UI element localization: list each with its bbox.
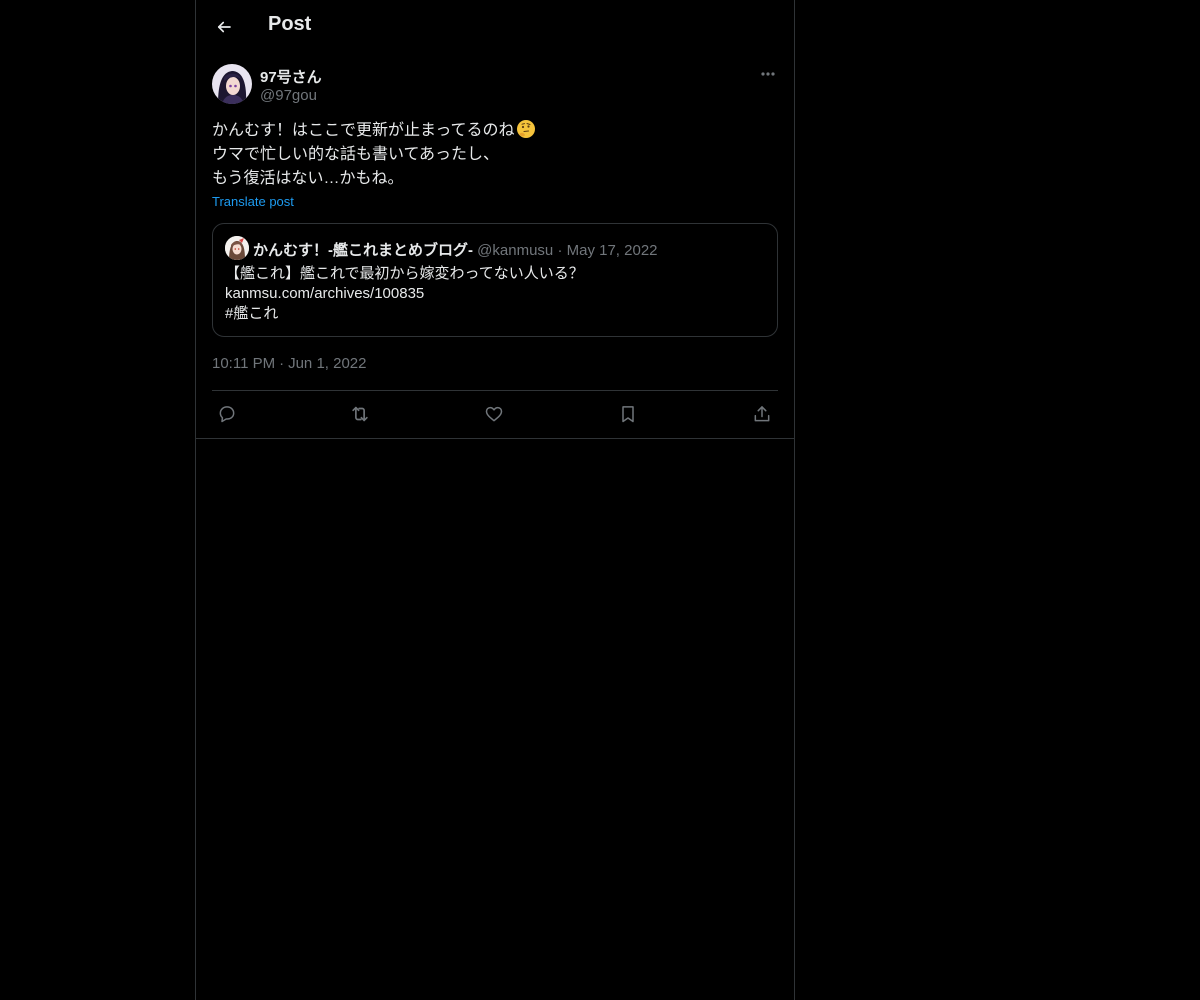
arrow-left-icon [215,18,233,36]
translate-post-link[interactable]: Translate post [212,194,294,209]
post-date[interactable]: Jun 1, 2022 [288,355,366,372]
timestamp-separator: · [279,355,285,372]
repost-button[interactable] [347,401,373,427]
quote-header: かんむす！-艦これまとめブログ- @kanmusu · May 17, 2022 [253,239,658,260]
quoted-post[interactable]: かんむす！-艦これまとめブログ- @kanmusu · May 17, 2022… [212,223,778,337]
author-name[interactable]: 97号さん [260,66,322,87]
quote-date: May 17, 2022 [566,242,658,259]
post-text-line: かんむす！はここで更新が止まってるのね [212,119,778,143]
bookmark-icon [618,404,638,424]
share-button[interactable] [749,401,775,427]
page-header: Post [196,0,794,53]
post-timestamp: 10:11 PM · Jun 1, 2022 [212,355,367,372]
quote-author-handle: @kanmusu [477,242,554,259]
thinking-face-icon [516,119,536,139]
post-column: Post 97号さん @97gou かんむす！はここで更新が止まってるのね ウマ… [195,0,795,1000]
like-button[interactable] [481,401,507,427]
back-button[interactable] [208,11,240,43]
share-icon [752,404,772,424]
quote-author-name: かんむす！-艦これまとめブログ- [253,242,473,259]
post-time[interactable]: 10:11 PM [212,355,275,372]
post-actions [212,401,778,427]
post-bottom-border [196,438,794,439]
divider [212,390,778,391]
quote-text-line: kanmsu.com/archives/100835 [225,285,425,302]
repost-icon [349,403,371,425]
author-handle[interactable]: @97gou [260,87,317,104]
author-avatar[interactable] [212,64,252,104]
post-text-line: ウマで忙しい的な話も書いてあったし、 [212,146,500,163]
more-options-button[interactable] [758,64,778,84]
post-author: 97号さん @97gou [212,64,778,108]
bookmark-button[interactable] [615,401,641,427]
more-horizontal-icon [760,66,776,82]
quote-text-line: 【艦これ】艦これで最初から嫁変わってない人いる？ [225,265,584,282]
quote-text-line: #艦これ [225,305,279,322]
quote-separator: · [557,242,563,259]
quote-avatar [225,236,249,260]
reply-button[interactable] [214,401,240,427]
post-text: かんむす！はここで更新が止まってるのね ウマで忙しい的な話も書いてあったし、 も… [212,119,778,191]
quote-text: 【艦これ】艦これで最初から嫁変わってない人いる？ kanmsu.com/arch… [225,264,584,324]
page-title: Post [268,13,312,35]
post-text-line: もう復活はない…かもね。 [212,170,404,187]
reply-icon [217,404,237,424]
like-icon [484,404,504,424]
